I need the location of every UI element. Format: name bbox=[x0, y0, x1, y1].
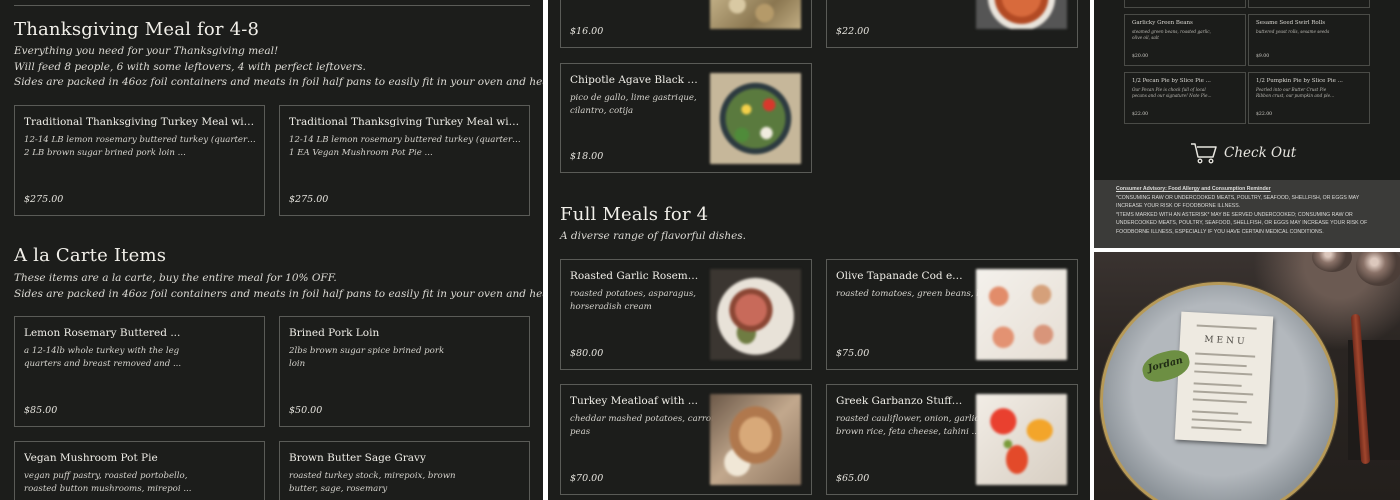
desc-line: These items are a la carte, buy the enti… bbox=[14, 272, 337, 284]
menu-item-card[interactable]: Roasted Garlic Rosemary ... roasted pota… bbox=[560, 259, 812, 370]
item-desc: cheddar mashed potatoes, carrots & peas bbox=[570, 414, 730, 437]
dish-photo bbox=[710, 394, 801, 485]
table-setting-photo: MENU Jordan bbox=[1094, 252, 1400, 500]
menu-item-card[interactable]: Vegan Mushroom Pot Pie vegan puff pastry… bbox=[14, 441, 265, 500]
section-title-alacarte: A la Carte Items bbox=[14, 245, 167, 266]
item-price: $85.00 bbox=[24, 405, 58, 416]
item-price: $9.00 bbox=[1256, 54, 1270, 59]
section-title-full-meals: Full Meals for 4 bbox=[560, 204, 709, 225]
cart-item-card[interactable]: 1/2 Pecan Pie by Slice Pie ... Our Pecan… bbox=[1124, 72, 1246, 124]
menu-item-card[interactable]: $16.00 bbox=[560, 0, 812, 48]
dish-photo bbox=[976, 394, 1067, 485]
item-desc: steamed green beans, roasted garlic, oli… bbox=[1132, 29, 1211, 40]
divider bbox=[14, 5, 530, 6]
dish-photo bbox=[976, 0, 1067, 29]
item-name: Vegan Mushroom Pot Pie bbox=[24, 452, 158, 464]
item-price: $70.00 bbox=[570, 473, 604, 484]
item-name: Sesame Seed Swirl Rolls bbox=[1256, 20, 1326, 26]
menu-item-card[interactable]: Lemon Rosemary Buttered ... a 12-14lb wh… bbox=[14, 316, 265, 427]
advisory-line: INCREASE YOUR RISK OF FOODBORNE ILLNESS. bbox=[1116, 203, 1241, 210]
menu-item-card[interactable]: Brined Pork Loin 2lbs brown sugar spice … bbox=[279, 316, 530, 427]
item-price: $50.00 bbox=[289, 405, 323, 416]
item-price: $22.00 bbox=[1132, 112, 1149, 117]
item-price: $16.00 bbox=[570, 26, 604, 37]
advisory-line: *ITEMS MARKED WITH AN ASTERISK* MAY BE S… bbox=[1116, 211, 1353, 218]
item-desc: Our Pecan Pie is chock full of local pec… bbox=[1132, 87, 1212, 98]
advisory-title: Consumer Advisory: Food Allergy and Cons… bbox=[1116, 186, 1271, 192]
checkout-button[interactable]: Check Out bbox=[1190, 142, 1296, 164]
section-title-thanksgiving: Thanksgiving Meal for 4-8 bbox=[14, 19, 260, 40]
item-price: $65.00 bbox=[836, 473, 870, 484]
dish-photo bbox=[710, 269, 801, 360]
desc-line: Everything you need for your Thanksgivin… bbox=[14, 45, 279, 57]
item-desc: 2lbs brown sugar spice brined pork loin bbox=[289, 346, 445, 369]
item-desc: 12-14 LB lemon rosemary buttered turkey … bbox=[289, 135, 521, 158]
cart-panel: Garlicky Green Beans steamed green beans… bbox=[1094, 0, 1400, 248]
cart-item-card-partial bbox=[1248, 0, 1370, 8]
advisory-line: *CONSUMING RAW OR UNDERCOOKED MEATS, POU… bbox=[1116, 194, 1360, 201]
menu-item-card[interactable]: Greek Garbanzo Stuffed ... roasted cauli… bbox=[826, 384, 1078, 495]
section-desc-alacarte: These items are a la carte, buy the enti… bbox=[14, 271, 543, 302]
section-desc-thanksgiving: Everything you need for your Thanksgivin… bbox=[14, 44, 543, 91]
cart-item-card-partial bbox=[1124, 0, 1246, 8]
item-desc: roasted potatoes, asparagus, horseradish… bbox=[570, 289, 696, 312]
item-name: Brined Pork Loin bbox=[289, 327, 380, 339]
desc-line: Sides are packed in 46oz foil containers… bbox=[14, 76, 543, 88]
menu-item-card[interactable]: Traditional Thanksgiving Turkey Meal wit… bbox=[14, 105, 265, 216]
item-price: $275.00 bbox=[289, 194, 329, 205]
cart-item-card[interactable]: Sesame Seed Swirl Rolls buttered yeast r… bbox=[1248, 14, 1370, 66]
dish-photo bbox=[976, 269, 1067, 360]
desc-line: Sides are packed in 46oz foil containers… bbox=[14, 287, 543, 300]
consumer-advisory: Consumer Advisory: Food Allergy and Cons… bbox=[1094, 180, 1400, 248]
desc-line: Will feed 8 people, 6 with some leftover… bbox=[14, 60, 366, 73]
cart-icon bbox=[1191, 143, 1217, 164]
dish-photo bbox=[710, 0, 801, 29]
cart-item-card[interactable]: Garlicky Green Beans steamed green beans… bbox=[1124, 14, 1246, 66]
checkout-label: Check Out bbox=[1224, 145, 1297, 161]
advisory-line: FOODBORNE ILLNESS, ESPECIALLY IF YOU HAV… bbox=[1116, 228, 1324, 235]
item-price: $80.00 bbox=[570, 348, 604, 359]
item-price: $18.00 bbox=[570, 151, 604, 162]
item-desc: vegan puff pastry, roasted portobello, r… bbox=[24, 471, 192, 494]
item-name: Garlicky Green Beans bbox=[1132, 20, 1193, 26]
advisory-line: UNDERCOOKED MEATS, POULTRY, SEAFOOD, SHE… bbox=[1116, 220, 1368, 227]
item-price: $20.00 bbox=[1132, 54, 1149, 59]
menu-item-card[interactable]: Traditional Thanksgiving Turkey Meal wit… bbox=[279, 105, 530, 216]
menu-panel-thanksgiving: Thanksgiving Meal for 4-8 Everything you… bbox=[0, 0, 543, 500]
menu-card-title: MENU bbox=[1204, 334, 1248, 348]
menu-item-card[interactable]: Olive Tapanade Cod en ... roasted tomato… bbox=[826, 259, 1078, 370]
dish-photo bbox=[710, 73, 801, 164]
item-price: $22.00 bbox=[836, 26, 870, 37]
item-price: $275.00 bbox=[24, 194, 64, 205]
item-name: Greek Garbanzo Stuffed ... bbox=[836, 395, 968, 407]
item-desc: roasted cauliflower, onion, garlic, brow… bbox=[836, 414, 982, 437]
item-name: Brown Butter Sage Gravy bbox=[289, 452, 426, 464]
item-name: Traditional Thanksgiving Turkey Meal wit… bbox=[24, 116, 256, 128]
item-name: Lemon Rosemary Buttered ... bbox=[24, 327, 181, 339]
menu-panel-full-meals: $16.00 $22.00 Chipotle Agave Black Bean … bbox=[548, 0, 1090, 500]
section-subtitle: A diverse range of flavorful dishes. bbox=[560, 230, 747, 242]
item-desc: a 12-14lb whole turkey with the leg quar… bbox=[24, 346, 182, 369]
item-name: Chipotle Agave Black Bean a... bbox=[570, 74, 702, 86]
item-price: $22.00 bbox=[1256, 112, 1273, 117]
menu-item-card[interactable]: Chipotle Agave Black Bean a... pico de g… bbox=[560, 63, 812, 173]
item-name: 1/2 Pecan Pie by Slice Pie ... bbox=[1132, 78, 1211, 84]
item-desc: 12-14 LB lemon rosemary buttered turkey … bbox=[24, 135, 256, 158]
item-desc: pico de gallo, lime gastrique, cilantro,… bbox=[570, 93, 697, 116]
place-card-name: Jordan bbox=[1146, 354, 1184, 375]
item-name: 1/2 Pumpkin Pie by Slice Pie ... bbox=[1256, 78, 1343, 84]
item-desc: roasted turkey stock, mirepoix, brown bu… bbox=[289, 471, 456, 494]
menu-item-card[interactable]: Turkey Meatloaf with ... cheddar mashed … bbox=[560, 384, 812, 495]
item-name: Roasted Garlic Rosemary ... bbox=[570, 270, 702, 282]
item-desc: Pearled into our Butter Crust Pie Ribbon… bbox=[1256, 87, 1335, 98]
item-name: Olive Tapanade Cod en ... bbox=[836, 270, 968, 282]
item-name: Turkey Meatloaf with ... bbox=[570, 395, 698, 407]
item-price: $75.00 bbox=[836, 348, 870, 359]
printed-menu-card: MENU bbox=[1174, 311, 1274, 445]
item-name: Traditional Thanksgiving Turkey Meal wit… bbox=[289, 116, 521, 128]
item-desc: buttered yeast rolls, sesame seeds bbox=[1256, 29, 1330, 34]
menu-item-card[interactable]: Brown Butter Sage Gravy roasted turkey s… bbox=[279, 441, 530, 500]
cart-item-card[interactable]: 1/2 Pumpkin Pie by Slice Pie ... Pearled… bbox=[1248, 72, 1370, 124]
menu-item-card[interactable]: $22.00 bbox=[826, 0, 1078, 48]
